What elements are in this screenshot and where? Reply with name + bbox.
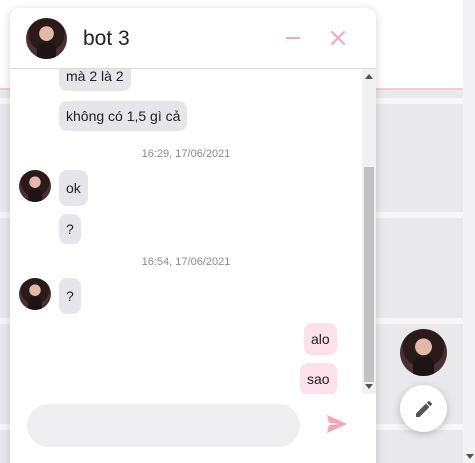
own-message-bubble: sao <box>300 363 337 394</box>
message-bubble: ? <box>59 278 81 314</box>
new-message-button[interactable] <box>400 385 447 432</box>
message-bubble: mà 2 là 2 <box>59 69 131 91</box>
chat-window: bot 3 mà 2 là 2 không có 1,5 gì cả 16:29… <box>10 8 376 463</box>
scroll-up-arrow-icon[interactable] <box>365 74 373 79</box>
scroll-down-arrow-icon[interactable] <box>466 454 474 459</box>
sender-avatar[interactable] <box>19 170 51 202</box>
pencil-icon <box>415 400 432 417</box>
message-bubble: ok <box>59 170 88 206</box>
chat-header: bot 3 <box>10 8 376 69</box>
message-timestamp: 16:54, 17/06/2021 <box>141 256 231 268</box>
message-bubble: không có 1,5 gì cả <box>59 101 188 131</box>
message-timestamp: 16:29, 17/06/2021 <box>141 148 231 160</box>
sender-avatar[interactable] <box>19 278 51 310</box>
scroll-down-arrow-icon[interactable] <box>365 384 373 389</box>
floating-contact-avatar[interactable] <box>400 329 447 376</box>
chat-title: bot 3 <box>83 27 130 50</box>
message-scrollbar[interactable] <box>362 69 376 394</box>
message-bubble: ? <box>59 214 81 244</box>
minimize-icon <box>286 37 300 39</box>
send-icon <box>327 415 347 433</box>
send-button[interactable] <box>326 414 350 436</box>
own-message-bubble: alo <box>304 323 337 355</box>
message-list: mà 2 là 2 không có 1,5 gì cả 16:29, 17/0… <box>10 69 362 394</box>
minimize-button[interactable] <box>281 26 305 50</box>
close-icon <box>331 31 345 45</box>
page-scrollbar[interactable] <box>463 0 475 463</box>
scroll-thumb[interactable] <box>364 167 374 382</box>
close-button[interactable] <box>326 26 350 50</box>
message-input[interactable] <box>27 404 300 447</box>
contact-avatar[interactable] <box>26 18 67 59</box>
